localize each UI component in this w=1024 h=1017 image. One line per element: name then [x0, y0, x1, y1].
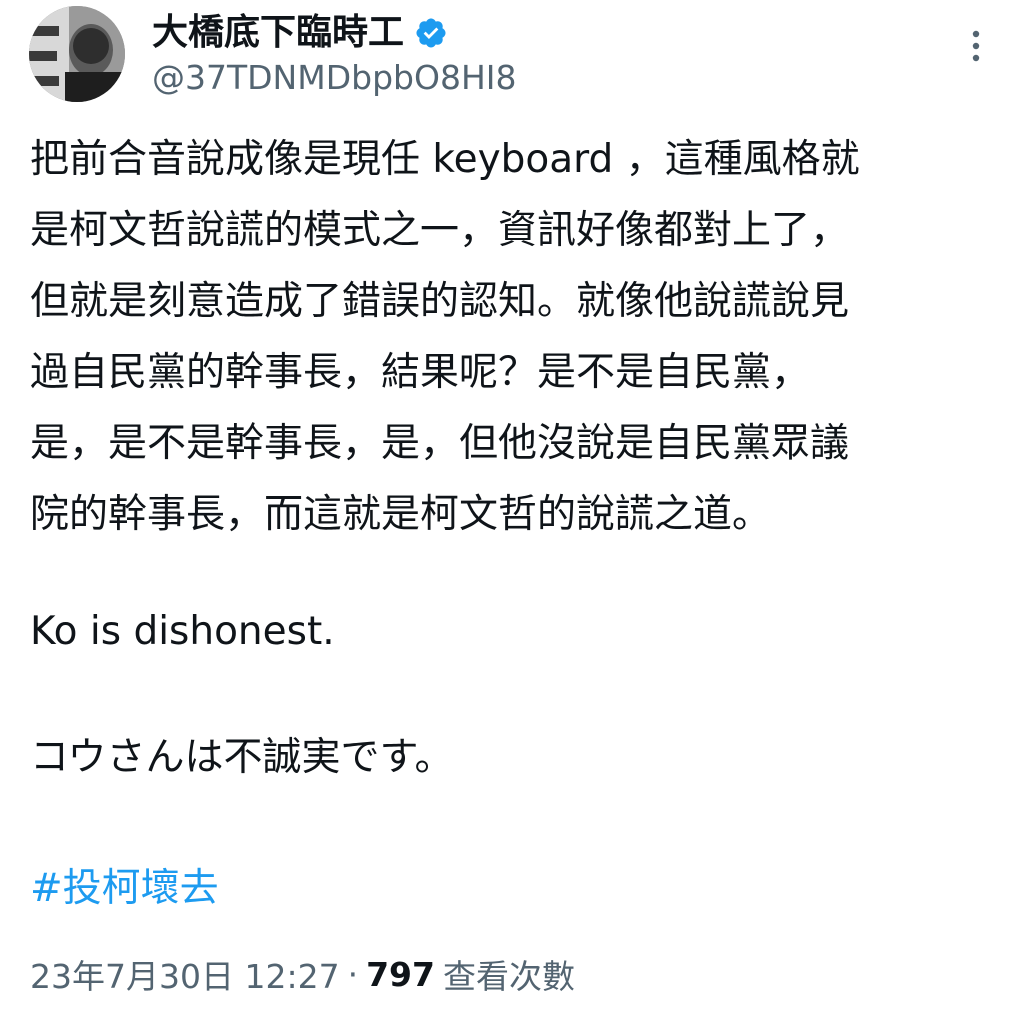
views-label: 查看次數 [442, 957, 575, 996]
timestamp[interactable]: 23年7月30日 12:27 [30, 950, 340, 998]
more-options-icon[interactable] [962, 26, 990, 66]
tweet-text: 把前合音說成像是現任 keyboard ，這種風格就 是柯文哲說謊的模式之一，資… [30, 124, 1005, 550]
author-name-row[interactable]: 大橋底下臨時工 [152, 8, 448, 58]
views-count: 797 [366, 954, 435, 994]
verified-badge-icon [414, 16, 448, 50]
tweet-line: 是，是不是幹事長，是，但他沒說是自民黨眾議 [30, 421, 850, 466]
tweet-line: 把前合音說成像是現任 keyboard ，這種風格就 [30, 137, 860, 182]
tweet-japanese-line: コウさんは不誠実です。 [30, 735, 454, 780]
tweet-english-line: Ko is dishonest. [30, 609, 335, 654]
hashtag-link[interactable]: #投柯壞去 [30, 853, 219, 924]
display-name[interactable]: 大橋底下臨時工 [152, 8, 404, 58]
meta-separator: · [347, 954, 359, 994]
author-handle[interactable]: @37TDNMDbpbO8HI8 [152, 54, 516, 102]
tweet-line: 院的幹事長，而這就是柯文哲的說謊之道。 [30, 492, 772, 537]
tweet-meta: 23年7月30日 12:27 · 797 查看次數 [30, 942, 575, 1006]
tweet-line: 但就是刻意造成了錯誤的認知。就像他說謊說見 [30, 279, 850, 324]
tweet-line: 過自民黨的幹事長，結果呢？是不是自民黨， [30, 350, 811, 395]
avatar-photo [29, 6, 125, 102]
tweet-line: 是柯文哲說謊的模式之一，資訊好像都對上了， [30, 208, 850, 253]
avatar[interactable] [29, 6, 125, 102]
